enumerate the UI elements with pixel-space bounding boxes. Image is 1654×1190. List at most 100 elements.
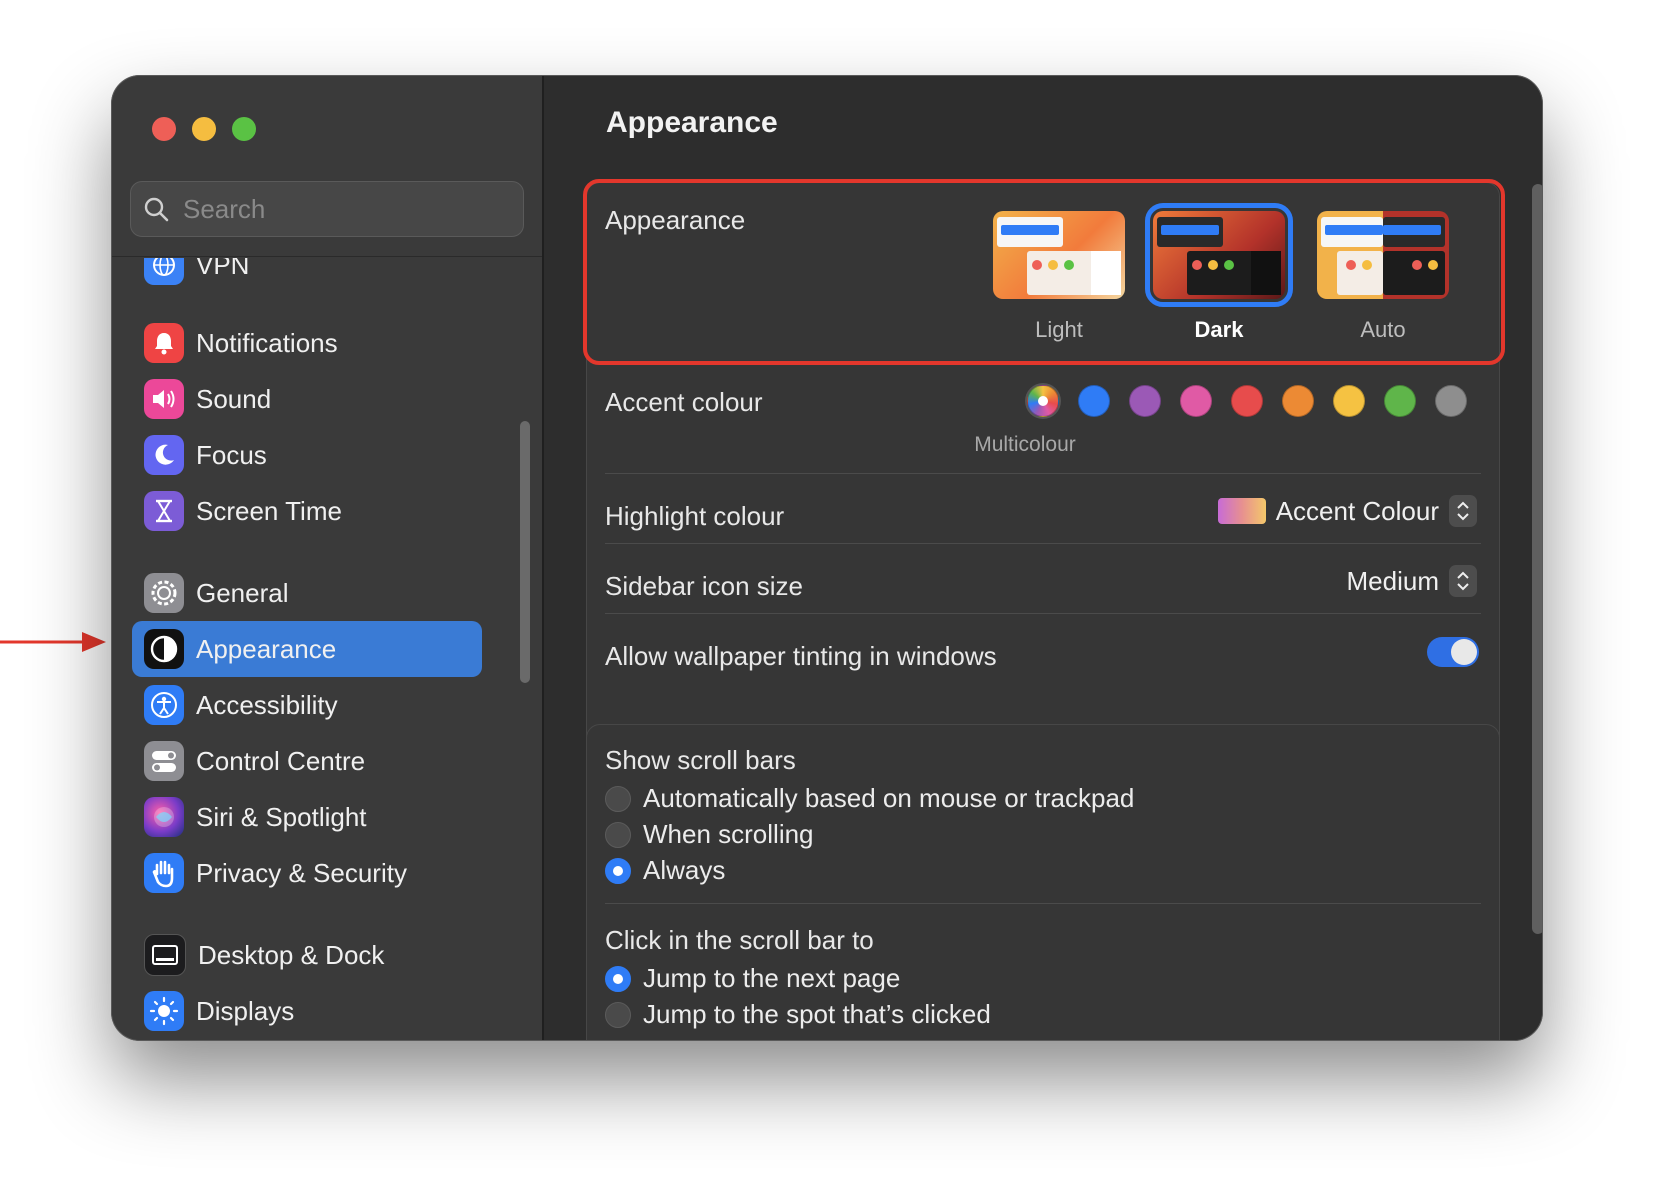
- accent-swatch-multicolour[interactable]: [1027, 385, 1059, 417]
- sidebar-item-label: Displays: [196, 995, 295, 1026]
- wallpaper-tinting-toggle[interactable]: [1427, 637, 1479, 667]
- accent-colour-swatches: [1027, 385, 1467, 417]
- sidebar-icon-size-value: Medium: [1346, 565, 1439, 596]
- appearance-option-label: Light: [1035, 317, 1083, 342]
- search-field[interactable]: [130, 181, 524, 237]
- accent-swatch-pink[interactable]: [1180, 385, 1212, 417]
- dark-mode-preview-icon: [1157, 217, 1281, 295]
- show-scroll-bars-label: Show scroll bars: [605, 745, 796, 775]
- sidebar-item-label: Appearance: [196, 633, 337, 664]
- toggle-knob: [1451, 639, 1477, 665]
- radio-label: When scrolling: [643, 819, 814, 849]
- sidebar-item-focus[interactable]: Focus: [132, 427, 482, 483]
- appearance-option-label: Dark: [1194, 317, 1244, 342]
- sidebar-item-appearance[interactable]: Appearance: [132, 621, 482, 677]
- sidebar-item-displays[interactable]: Displays: [132, 983, 482, 1038]
- sidebar-item-label: VPN: [196, 258, 250, 280]
- window-controls: [152, 117, 256, 141]
- annotation-arrow-icon: [0, 632, 106, 652]
- wallpaper-tinting-label: Allow wallpaper tinting in windows: [605, 641, 997, 671]
- appearance-icon: [144, 629, 184, 669]
- gear-icon: [144, 573, 184, 613]
- main-scrollbar[interactable]: [1532, 184, 1542, 934]
- scroll-bar-settings-panel: Show scroll bars Automatically based on …: [586, 724, 1500, 1040]
- sidebar-item-label: Focus: [196, 439, 267, 470]
- hand-icon: [144, 853, 184, 893]
- accessibility-icon: [144, 685, 184, 725]
- highlight-colour-popup[interactable]: Accent Colour: [1217, 495, 1477, 527]
- radio-button[interactable]: [605, 965, 631, 992]
- sidebar-item-label: Siri & Spotlight: [196, 801, 367, 832]
- speaker-icon: [144, 379, 184, 419]
- sidebar-icon-size-popup[interactable]: Medium: [1347, 565, 1477, 597]
- minimize-window-button[interactable]: [192, 117, 216, 141]
- vpn-globe-icon: [144, 258, 184, 285]
- radio-label: Jump to the next page: [643, 963, 901, 993]
- appearance-option-light[interactable]: [993, 211, 1125, 299]
- sidebar-divider: [112, 256, 542, 257]
- radio-button[interactable]: [605, 1001, 631, 1028]
- sidebar-item-control-centre[interactable]: Control Centre: [132, 733, 482, 789]
- radio-button[interactable]: [605, 821, 631, 848]
- scroll-bars-option-always[interactable]: Always: [605, 855, 725, 886]
- highlight-colour-preview: [1217, 498, 1266, 524]
- hourglass-icon: [144, 491, 184, 531]
- accent-swatch-green[interactable]: [1384, 385, 1416, 417]
- radio-label: Automatically based on mouse or trackpad: [643, 783, 1135, 813]
- click-option-next-page[interactable]: Jump to the next page: [605, 963, 900, 994]
- radio-button[interactable]: [605, 857, 631, 884]
- sidebar-icon-size-label: Sidebar icon size: [605, 571, 803, 601]
- siri-icon: [144, 797, 184, 837]
- highlight-colour-value: Accent Colour: [1275, 495, 1439, 526]
- sidebar-item-privacy-security[interactable]: Privacy & Security: [132, 845, 482, 901]
- sidebar-list: VPN Notifications Sound Focus Screen Tim…: [112, 258, 542, 1038]
- accent-swatch-yellow[interactable]: [1333, 385, 1365, 417]
- sidebar-item-desktop-dock[interactable]: Desktop & Dock: [132, 927, 482, 983]
- sidebar-item-label: Sound: [196, 383, 272, 414]
- appearance-label: Appearance: [605, 205, 746, 235]
- sidebar-item-label: Notifications: [196, 327, 338, 358]
- radio-label: Always: [643, 855, 726, 885]
- dock-icon: [144, 934, 186, 976]
- sidebar-item-label: Accessibility: [196, 689, 338, 720]
- scroll-bars-option-automatic[interactable]: Automatically based on mouse or trackpad: [605, 783, 1134, 814]
- sidebar-item-label: Screen Time: [196, 495, 342, 526]
- accent-swatch-purple[interactable]: [1129, 385, 1161, 417]
- sidebar-item-siri-spotlight[interactable]: Siri & Spotlight: [132, 789, 482, 845]
- accent-swatch-graphite[interactable]: [1435, 385, 1467, 417]
- appearance-option-auto[interactable]: [1317, 211, 1449, 299]
- light-mode-preview-icon: [997, 217, 1121, 295]
- sidebar-item-general[interactable]: General: [132, 565, 482, 621]
- scroll-bars-option-when-scrolling[interactable]: When scrolling: [605, 819, 814, 850]
- accent-colour-caption: Multicolour: [974, 433, 1076, 456]
- sidebar-item-sound[interactable]: Sound: [132, 371, 482, 427]
- accent-swatch-orange[interactable]: [1282, 385, 1314, 417]
- sidebar-scrollbar[interactable]: [520, 421, 530, 683]
- page-title: Appearance: [606, 106, 778, 139]
- sidebar-item-screen-time[interactable]: Screen Time: [132, 483, 482, 539]
- sidebar-item-vpn[interactable]: VPN: [132, 258, 482, 293]
- sidebar-item-accessibility[interactable]: Accessibility: [132, 677, 482, 733]
- close-window-button[interactable]: [152, 117, 176, 141]
- search-input[interactable]: [181, 192, 485, 226]
- radio-label: Jump to the spot that’s clicked: [643, 999, 991, 1029]
- accent-swatch-red[interactable]: [1231, 385, 1263, 417]
- sidebar-item-label: General: [196, 577, 289, 608]
- accent-swatch-blue[interactable]: [1078, 385, 1110, 417]
- moon-icon: [144, 435, 184, 475]
- sidebar-item-label: Privacy & Security: [196, 857, 407, 888]
- appearance-option-dark[interactable]: [1145, 203, 1293, 307]
- bell-icon: [144, 323, 184, 363]
- row-divider: [605, 613, 1481, 614]
- main-pane: Appearance Appearance Light Dark Auto Ac…: [544, 76, 1542, 1040]
- auto-mode-preview-icon: [1321, 217, 1445, 295]
- click-scroll-bar-label: Click in the scroll bar to: [605, 925, 874, 955]
- system-settings-window: VPN Notifications Sound Focus: [111, 75, 1543, 1041]
- radio-button[interactable]: [605, 785, 631, 812]
- chevron-up-down-icon: [1449, 565, 1477, 597]
- sidebar-item-notifications[interactable]: Notifications: [132, 315, 482, 371]
- sidebar: VPN Notifications Sound Focus: [112, 76, 544, 1040]
- row-divider: [605, 543, 1481, 544]
- click-option-spot-clicked[interactable]: Jump to the spot that’s clicked: [605, 999, 991, 1030]
- zoom-window-button[interactable]: [232, 117, 256, 141]
